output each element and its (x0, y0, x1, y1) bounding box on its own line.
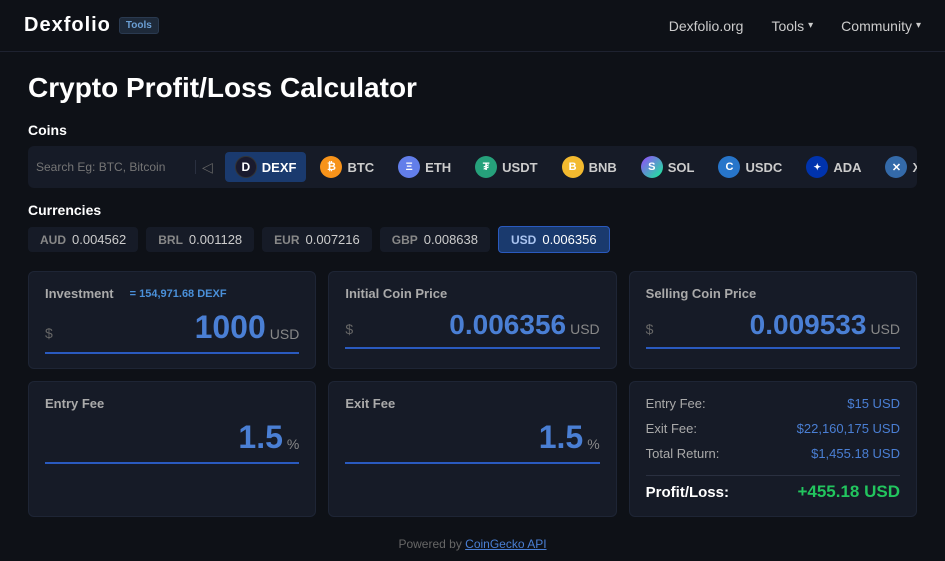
gbp-code: GBP (392, 233, 418, 247)
currency-chip-gbp[interactable]: GBP 0.008638 (380, 227, 490, 252)
nav-link-community[interactable]: Community ▾ (841, 18, 921, 34)
community-chevron-icon: ▾ (916, 20, 921, 31)
dexf-icon: D (235, 156, 257, 178)
brl-code: BRL (158, 233, 183, 247)
footer-text: Powered by (398, 537, 465, 551)
usd-value: 0.006356 (542, 232, 596, 247)
nav-left: Dexfolio Tools (24, 14, 159, 37)
exit-fee-card2: Exit Fee % (328, 381, 616, 517)
currencies-row: AUD 0.004562 BRL 0.001128 EUR 0.007216 G… (28, 226, 917, 253)
coin-item-dexf[interactable]: D DEXF (225, 152, 307, 182)
exit-fee-input2[interactable] (345, 419, 583, 456)
eur-value: 0.007216 (306, 232, 360, 247)
investment-symbol2: $ (45, 325, 53, 341)
currency-chip-eur[interactable]: EUR 0.007216 (262, 227, 372, 252)
coin-label-sol: SOL (668, 160, 695, 175)
entry-fee-input2[interactable] (45, 419, 283, 456)
entry-fee-row2: % (45, 419, 299, 464)
selling-price-row: $ USD (646, 309, 900, 349)
profit-loss-value2: +455.18 USD (797, 482, 900, 502)
coin-label-xrp: XRP (912, 160, 917, 175)
eth-icon: Ξ (398, 156, 420, 178)
investment-unit2: USD (270, 326, 300, 346)
initial-price-card2: Initial Coin Price $ USD (328, 271, 616, 369)
nav-link-tools[interactable]: Tools ▾ (771, 18, 813, 34)
investment-input-row2: $ USD (45, 309, 299, 354)
coin-label-dexf: DEXF (262, 160, 297, 175)
coin-item-usdc[interactable]: C USDC (708, 152, 792, 182)
btc-icon: ₿ (320, 156, 342, 178)
exit-fee-label2: Exit Fee (345, 396, 599, 411)
coin-item-eth[interactable]: Ξ ETH (388, 152, 461, 182)
entry-fee-result-row2: Entry Fee: $15 USD (646, 396, 900, 411)
selling-price-label: Selling Coin Price (646, 286, 900, 301)
exit-fee-result-row2: Exit Fee: $22,160,175 USD (646, 421, 900, 436)
coin-item-ada[interactable]: ✦ ADA (796, 152, 871, 182)
usdc-icon: C (718, 156, 740, 178)
entry-fee-card2: Entry Fee % (28, 381, 316, 517)
coin-item-btc[interactable]: ₿ BTC (310, 152, 384, 182)
coin-label-usdc: USDC (745, 160, 782, 175)
coin-item-bnb[interactable]: B BNB (552, 152, 627, 182)
profit-loss-label2: Profit/Loss: (646, 484, 729, 501)
currency-chip-aud[interactable]: AUD 0.004562 (28, 227, 138, 252)
selling-price-card: Selling Coin Price $ USD (629, 271, 917, 369)
coin-search-wrap (36, 160, 196, 174)
main-content: Crypto Profit/Loss Calculator Coins ◁ D … (0, 52, 945, 527)
total-return-result-row2: Total Return: $1,455.18 USD (646, 446, 900, 461)
tools-chevron-icon: ▾ (808, 20, 813, 31)
coin-label-bnb: BNB (589, 160, 617, 175)
investment-input2[interactable] (57, 309, 266, 346)
investment-card: Investment = 154,971.68 DEXF $ USD (28, 271, 316, 369)
currency-chip-brl[interactable]: BRL 0.001128 (146, 227, 254, 252)
initial-price-row2: $ USD (345, 309, 599, 349)
currencies-section-label: Currencies (28, 202, 917, 218)
coins-section-label: Coins (28, 122, 917, 138)
coin-item-usdt[interactable]: ₮ USDT (465, 152, 547, 182)
logo-tools-badge: Tools (119, 17, 159, 34)
xrp-icon: ✕ (885, 156, 907, 178)
sol-icon: S (641, 156, 663, 178)
ada-icon: ✦ (806, 156, 828, 178)
exit-fee-row2: % (345, 419, 599, 464)
coingecko-link[interactable]: CoinGecko API (465, 537, 546, 551)
coin-search-input[interactable] (36, 160, 166, 174)
results-card2: Entry Fee: $15 USD Exit Fee: $22,160,175… (629, 381, 917, 517)
initial-price-label2: Initial Coin Price (345, 286, 599, 301)
coin-item-xrp[interactable]: ✕ XRP (875, 152, 917, 182)
coin-item-sol[interactable]: S SOL (631, 152, 705, 182)
coin-label-ada: ADA (833, 160, 861, 175)
calculator-grid: Investment = 154,971.68 DEXF $ USD Initi… (28, 271, 917, 517)
brl-value: 0.001128 (189, 232, 242, 247)
usd-code: USD (511, 233, 536, 247)
investment-label2: Investment = 154,971.68 DEXF (45, 286, 299, 301)
logo: Dexfolio (24, 14, 111, 37)
navbar: Dexfolio Tools Dexfolio.org Tools ▾ Comm… (0, 0, 945, 52)
nav-link-dexfolio[interactable]: Dexfolio.org (669, 18, 744, 34)
coins-prev-arrow[interactable]: ◁ (196, 159, 219, 176)
selling-price-input[interactable] (657, 309, 866, 341)
entry-fee-label2: Entry Fee (45, 396, 299, 411)
gbp-value: 0.008638 (424, 232, 478, 247)
coin-label-btc: BTC (347, 160, 374, 175)
coin-list: D DEXF ₿ BTC Ξ ETH ₮ USDT B BNB (219, 152, 917, 182)
coin-label-eth: ETH (425, 160, 451, 175)
eur-code: EUR (274, 233, 299, 247)
coin-label-usdt: USDT (502, 160, 537, 175)
nav-right: Dexfolio.org Tools ▾ Community ▾ (669, 18, 921, 34)
footer: Powered by CoinGecko API (0, 527, 945, 561)
aud-code: AUD (40, 233, 66, 247)
page-title: Crypto Profit/Loss Calculator (28, 72, 917, 104)
initial-price-input2[interactable] (357, 309, 566, 341)
coins-row: ◁ D DEXF ₿ BTC Ξ ETH ₮ USDT (28, 146, 917, 188)
bnb-icon: B (562, 156, 584, 178)
aud-value: 0.004562 (72, 232, 126, 247)
currency-chip-usd[interactable]: USD 0.006356 (498, 226, 610, 253)
usdt-icon: ₮ (475, 156, 497, 178)
